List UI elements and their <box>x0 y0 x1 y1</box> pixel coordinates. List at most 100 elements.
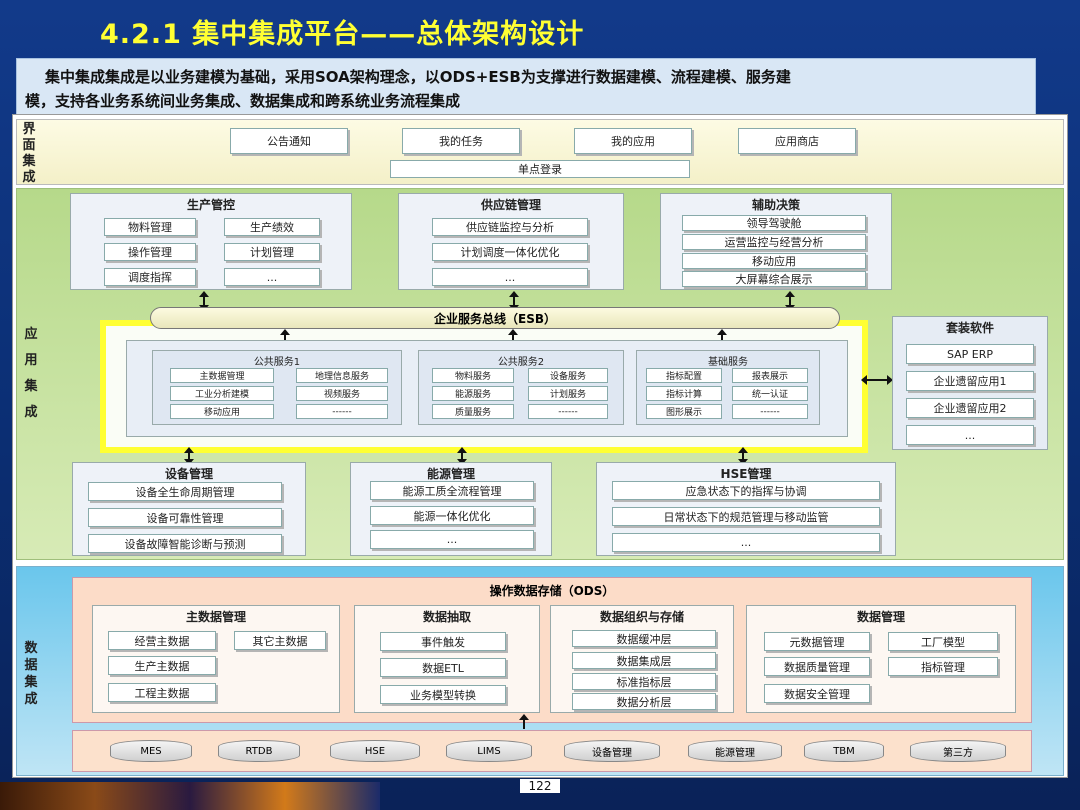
basic-item: 图形展示 <box>646 404 722 419</box>
page-number: 122 <box>520 779 560 793</box>
basic-item: 指标计算 <box>646 386 722 401</box>
governance-title: 数据管理 <box>856 610 905 624</box>
prod-item: 计划管理 <box>224 243 320 261</box>
prod-item: 调度指挥 <box>104 268 196 286</box>
organize-item: 标准指标层 <box>572 673 716 690</box>
decorative-footer-strip <box>0 782 380 810</box>
public1-title: 公共服务1 <box>253 357 301 368</box>
organize-title: 数据组织与存储 <box>599 610 684 624</box>
source-cylinder: 第三方 <box>910 740 1006 762</box>
public2-item: 计划服务 <box>528 386 608 401</box>
prod-item: 生产绩效 <box>224 218 320 236</box>
hse-item: 日常状态下的规范管理与移动监管 <box>612 507 880 526</box>
energy-item: 能源工质全流程管理 <box>370 481 534 500</box>
master-title: 主数据管理 <box>185 610 246 624</box>
extract-item: 事件触发 <box>380 632 506 651</box>
package-item: SAP ERP <box>906 344 1034 364</box>
public2-item: ------ <box>528 404 608 419</box>
decision-title: 辅助决策 <box>751 198 800 212</box>
source-cylinder: LIMS <box>446 740 532 762</box>
intro-line-2: 模，支持各业务系统间业务集成、数据集成和跨系统业务流程集成 <box>25 92 461 110</box>
production-title: 生产管控 <box>186 198 235 212</box>
prod-item: 物料管理 <box>104 218 196 236</box>
ui-item-notice: 公告通知 <box>230 128 348 154</box>
package-item: 企业遗留应用2 <box>906 398 1034 418</box>
hse-item: ... <box>612 533 880 552</box>
public2-item: 物料服务 <box>432 368 514 383</box>
arrow-production-esb <box>199 291 209 311</box>
arrow-supply-esb <box>509 291 519 311</box>
source-cylinder: HSE <box>330 740 420 762</box>
app-layer-label: 应用集成 <box>24 327 38 420</box>
public2-item: 设备服务 <box>528 368 608 383</box>
equipment-item: 设备故障智能诊断与预测 <box>88 534 282 553</box>
governance-item: 数据质量管理 <box>764 657 870 676</box>
public1-item: 移动应用 <box>170 404 274 419</box>
master-item: 其它主数据 <box>234 631 326 650</box>
hse-item: 应急状态下的指挥与协调 <box>612 481 880 500</box>
source-cylinder: TBM <box>804 740 884 762</box>
energy-title: 能源管理 <box>426 467 475 481</box>
intro-line-1: 集中集成集成是以业务建模为基础，采用SOA架构理念，以ODS+ESB为支撑进行数… <box>45 68 791 86</box>
ui-item-tasks: 我的任务 <box>402 128 520 154</box>
basic-item: 指标配置 <box>646 368 722 383</box>
slide-title: 4.2.1 集中集成平台——总体架构设计 <box>100 19 585 50</box>
data-layer-label: 数据集成 <box>24 641 38 707</box>
intro-text: 集中集成集成是以业务建模为基础，采用SOA架构理念，以ODS+ESB为支撑进行数… <box>16 58 1036 116</box>
ods-title: 操作数据存储（ODS） <box>489 584 615 598</box>
governance-item: 指标管理 <box>888 657 998 676</box>
ui-item-apps: 我的应用 <box>574 128 692 154</box>
arrow-sources-ods <box>519 714 529 729</box>
data-sources-band <box>72 730 1032 772</box>
prod-item: ... <box>224 268 320 286</box>
public2-item: 质量服务 <box>432 404 514 419</box>
decision-item: 领导驾驶舱 <box>682 215 866 231</box>
supply-title: 供应链管理 <box>480 198 541 212</box>
source-cylinder: 能源管理 <box>688 740 782 762</box>
basic-item: 统一认证 <box>732 386 808 401</box>
public2-item: 能源服务 <box>432 386 514 401</box>
source-cylinder: MES <box>110 740 192 762</box>
package-title: 套装软件 <box>945 321 994 335</box>
public1-item: 地理信息服务 <box>296 368 388 383</box>
basic-item: 报表展示 <box>732 368 808 383</box>
organize-item: 数据集成层 <box>572 652 716 669</box>
governance-item: 元数据管理 <box>764 632 870 651</box>
arrow-decision-esb <box>785 291 795 311</box>
supply-item: ... <box>432 268 588 286</box>
arrow-esb-hse <box>738 447 748 465</box>
organize-item: 数据缓冲层 <box>572 630 716 647</box>
esb-bus: 企业服务总线（ESB） <box>150 307 840 329</box>
ui-item-store: 应用商店 <box>738 128 856 154</box>
basic-title: 基础服务 <box>708 357 748 368</box>
source-cylinder: RTDB <box>218 740 300 762</box>
package-item: 企业遗留应用1 <box>906 371 1034 391</box>
governance-item: 工厂模型 <box>888 632 998 651</box>
arrow-esb-energy <box>457 447 467 465</box>
master-item: 工程主数据 <box>108 683 216 702</box>
decision-item: 移动应用 <box>682 253 866 269</box>
extract-item: 数据ETL <box>380 658 506 677</box>
prod-item: 操作管理 <box>104 243 196 261</box>
public1-item: 主数据管理 <box>170 368 274 383</box>
public1-item: 工业分析建模 <box>170 386 274 401</box>
energy-item: 能源一体化优化 <box>370 506 534 525</box>
supply-item: 计划调度一体化优化 <box>432 243 588 261</box>
public1-item: ------ <box>296 404 388 419</box>
decision-item: 大屏幕综合展示 <box>682 271 866 287</box>
source-cylinder: 设备管理 <box>564 740 660 762</box>
equipment-item: 设备可靠性管理 <box>88 508 282 527</box>
supply-item: 供应链监控与分析 <box>432 218 588 236</box>
hse-title: HSE管理 <box>720 467 772 481</box>
master-item: 生产主数据 <box>108 656 216 675</box>
ui-layer-label: 界面集成 <box>22 122 36 185</box>
organize-item: 数据分析层 <box>572 693 716 710</box>
extract-item: 业务模型转换 <box>380 685 506 704</box>
decision-item: 运营监控与经营分析 <box>682 234 866 250</box>
equipment-item: 设备全生命周期管理 <box>88 482 282 501</box>
governance-item: 数据安全管理 <box>764 684 870 703</box>
arrow-esb-package <box>861 375 893 385</box>
sso-box: 单点登录 <box>390 160 690 178</box>
extract-title: 数据抽取 <box>422 610 471 624</box>
arrow-esb-equipment <box>184 447 194 465</box>
